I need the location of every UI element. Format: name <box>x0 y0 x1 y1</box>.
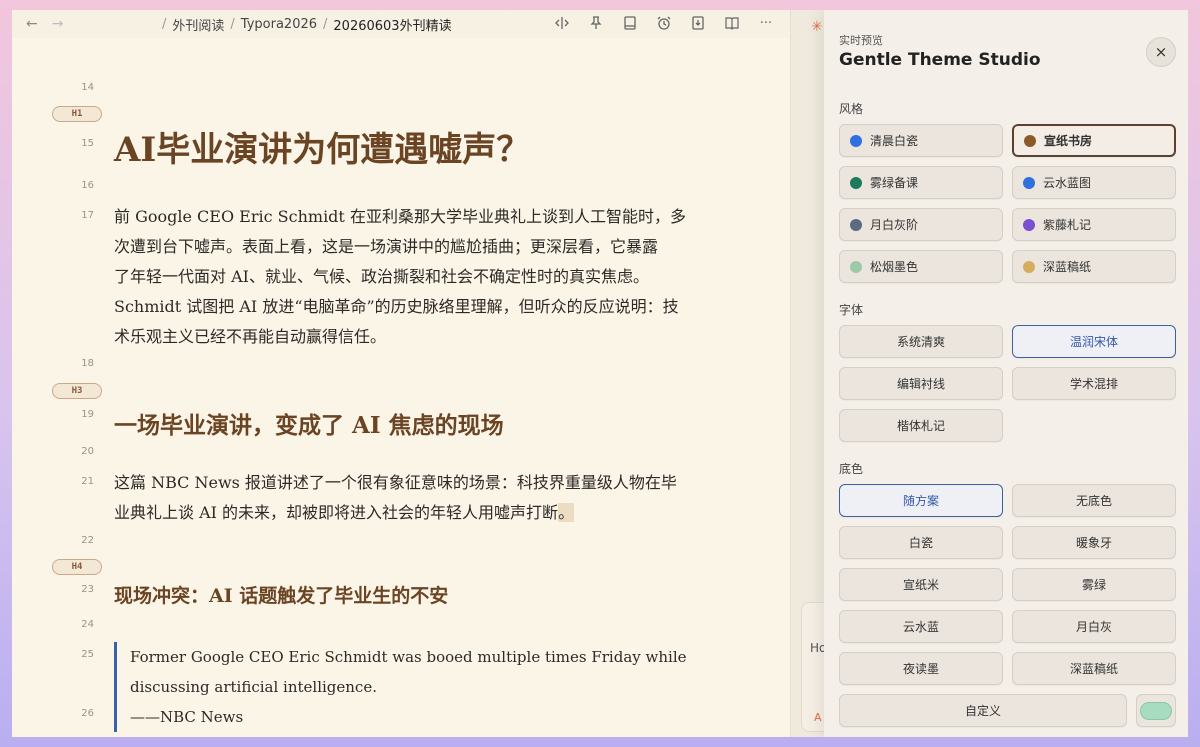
editor-pane[interactable]: 14 H1 15 AI毕业演讲为何遭遇嘘声？ 16 17 前 Google CE… <box>12 38 790 737</box>
style-option[interactable]: 月白灰阶 <box>839 208 1003 241</box>
style-option[interactable]: 云水蓝图 <box>1012 166 1176 199</box>
font-option[interactable]: 系统清爽 <box>839 325 1003 358</box>
line-number: 14 <box>81 82 94 93</box>
breadcrumb: / 外刊阅读 / Typora2026 / 20260603外刊精读 <box>162 15 452 34</box>
font-option[interactable]: 学术混排 <box>1012 367 1176 400</box>
editor-toolbar: ← → / 外刊阅读 / Typora2026 / 20260603外刊精读 ·… <box>12 10 790 38</box>
background-option[interactable]: 无底色 <box>1012 484 1176 517</box>
font-option[interactable]: 编辑衬线 <box>839 367 1003 400</box>
color-dot-icon <box>1023 176 1035 189</box>
background-option[interactable]: 夜读墨 <box>839 652 1003 685</box>
color-dot-icon <box>850 176 862 189</box>
heading-badge-h4[interactable]: H4 <box>52 559 102 575</box>
download-icon[interactable] <box>690 15 706 31</box>
style-option[interactable]: 清晨白瓷 <box>839 124 1003 157</box>
color-dot-icon <box>1023 218 1035 231</box>
book-icon[interactable] <box>622 15 638 31</box>
font-option-selected[interactable]: 温润宋体 <box>1012 325 1176 358</box>
line-number: 26 <box>81 708 94 719</box>
alarm-icon[interactable] <box>656 15 672 31</box>
panel-title: Gentle Theme Studio <box>839 50 1041 70</box>
reader-icon[interactable] <box>724 15 740 31</box>
line-number: 23 <box>81 584 94 595</box>
color-dot-icon <box>850 134 862 147</box>
heading-h3[interactable]: 一场毕业演讲，变成了 AI 焦虑的现场 <box>114 406 504 440</box>
line-number: 21 <box>81 476 94 487</box>
color-dot-icon <box>1023 260 1035 273</box>
background-option-selected[interactable]: 随方案 <box>839 484 1003 517</box>
style-option-selected[interactable]: 宣纸书房 <box>1012 124 1176 157</box>
side-strip: ✳ Ho A <box>790 10 841 737</box>
heading-badge-h3[interactable]: H3 <box>52 383 102 399</box>
forward-icon[interactable]: → <box>52 17 64 31</box>
style-option[interactable]: 深蓝稿纸 <box>1012 250 1176 283</box>
style-option[interactable]: 松烟墨色 <box>839 250 1003 283</box>
theme-panel: 实时预览 Gentle Theme Studio × 风格 清晨白瓷 宣纸书房 … <box>824 10 1188 737</box>
breadcrumb-item[interactable]: Typora2026 <box>241 17 317 32</box>
line-number: 17 <box>81 210 94 221</box>
background-option[interactable]: 白瓷 <box>839 526 1003 559</box>
heading-h1[interactable]: AI毕业演讲为何遭遇嘘声？ <box>114 122 530 171</box>
line-number: 22 <box>81 535 94 546</box>
heading-h4[interactable]: 现场冲突：AI 话题触发了毕业生的不安 <box>114 581 448 608</box>
section-label-background: 底色 <box>839 462 864 476</box>
color-dot-icon <box>850 218 862 231</box>
app-window: ← → / 外刊阅读 / Typora2026 / 20260603外刊精读 ·… <box>12 10 1188 737</box>
blockquote[interactable]: Former Google CEO Eric Schmidt was booed… <box>114 642 714 732</box>
background-option[interactable]: 深蓝稿纸 <box>1012 652 1176 685</box>
style-option[interactable]: 紫藤札记 <box>1012 208 1176 241</box>
heading-badge-h1[interactable]: H1 <box>52 106 102 122</box>
line-number: 24 <box>81 619 94 630</box>
breadcrumb-item[interactable]: 外刊阅读 <box>172 15 224 34</box>
paragraph[interactable]: 这篇 NBC News 报道讲述了一个很有象征意味的场景：科技界重量级人物在毕 … <box>114 468 734 528</box>
spark-icon[interactable]: ✳ <box>811 19 823 35</box>
panel-subtitle: 实时预览 <box>839 34 883 47</box>
font-option[interactable]: 楷体札记 <box>839 409 1003 442</box>
line-number: 25 <box>81 649 94 660</box>
more-icon[interactable]: ··· <box>758 15 774 31</box>
text-cursor: 。 <box>558 503 575 522</box>
style-option[interactable]: 雾绿备课 <box>839 166 1003 199</box>
background-option[interactable]: 月白灰 <box>1012 610 1176 643</box>
paragraph[interactable]: 前 Google CEO Eric Schmidt 在亚利桑那大学毕业典礼上谈到… <box>114 202 734 352</box>
split-icon[interactable] <box>554 15 570 31</box>
line-number: 19 <box>81 409 94 420</box>
color-swatch <box>1140 701 1172 720</box>
custom-color-picker[interactable] <box>1136 694 1176 727</box>
breadcrumb-current[interactable]: 20260603外刊精读 <box>333 15 451 34</box>
color-dot-icon <box>1024 134 1036 147</box>
color-dot-icon <box>850 260 862 273</box>
line-number: 15 <box>81 138 94 149</box>
section-label-font: 字体 <box>839 303 864 317</box>
close-button[interactable]: × <box>1146 37 1176 67</box>
background-option[interactable]: 云水蓝 <box>839 610 1003 643</box>
pin-icon[interactable] <box>588 15 604 31</box>
line-number: 18 <box>81 358 94 369</box>
background-option[interactable]: 雾绿 <box>1012 568 1176 601</box>
background-option[interactable]: 暖象牙 <box>1012 526 1176 559</box>
section-label-style: 风格 <box>839 102 864 116</box>
background-option[interactable]: 宣纸米 <box>839 568 1003 601</box>
line-number: 16 <box>81 180 94 191</box>
back-icon[interactable]: ← <box>26 17 38 31</box>
custom-background-button[interactable]: 自定义 <box>839 694 1127 727</box>
line-number: 20 <box>81 446 94 457</box>
